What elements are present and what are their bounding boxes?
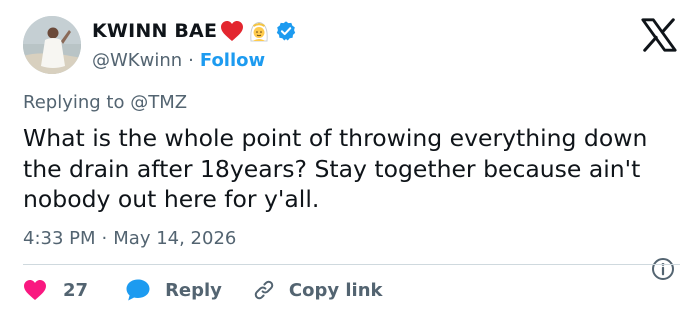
copy-link-button[interactable]: Copy link (252, 278, 383, 302)
follow-button[interactable]: Follow (200, 50, 265, 71)
heart-icon (24, 280, 46, 300)
copy-link-label: Copy link (288, 279, 383, 301)
author-handle-row: @WKwinn · Follow (92, 47, 265, 73)
divider (23, 264, 680, 265)
red-heart-icon (220, 20, 244, 42)
like-count: 27 (63, 279, 89, 301)
tweet-card: KWINN BAE @WKwinn · Follow Replying to @… (0, 0, 700, 318)
handle-separator: · (188, 49, 194, 71)
x-logo-icon[interactable] (640, 16, 678, 54)
replying-to: Replying to @TMZ (23, 92, 187, 113)
reply-bubble-icon (126, 279, 150, 301)
tweet-text: What is the whole point of throwing ever… (23, 124, 648, 213)
avatar-image (23, 16, 81, 74)
reply-button[interactable]: Reply (125, 278, 222, 302)
replying-to-prefix: Replying to (23, 92, 125, 113)
like-button[interactable]: 27 (23, 279, 88, 301)
link-icon (254, 280, 274, 300)
verified-badge-icon[interactable] (275, 20, 297, 42)
tweet-time[interactable]: 4:33 PM (23, 228, 96, 249)
author-handle[interactable]: @WKwinn (92, 50, 182, 71)
avatar[interactable] (23, 16, 81, 74)
tweet-date[interactable]: May 14, 2026 (113, 228, 236, 249)
replying-to-mention[interactable]: @TMZ (130, 92, 187, 113)
info-icon[interactable] (651, 257, 675, 281)
action-bar: 27 Reply Copy link (23, 275, 383, 305)
reply-label: Reply (165, 279, 222, 301)
person-with-veil-icon (247, 19, 271, 43)
author-name-row[interactable]: KWINN BAE (92, 17, 297, 45)
tweet-timestamp[interactable]: 4:33 PM · May 14, 2026 (23, 228, 236, 249)
author-display-name[interactable]: KWINN BAE (92, 20, 217, 42)
timestamp-separator: · (101, 228, 108, 249)
